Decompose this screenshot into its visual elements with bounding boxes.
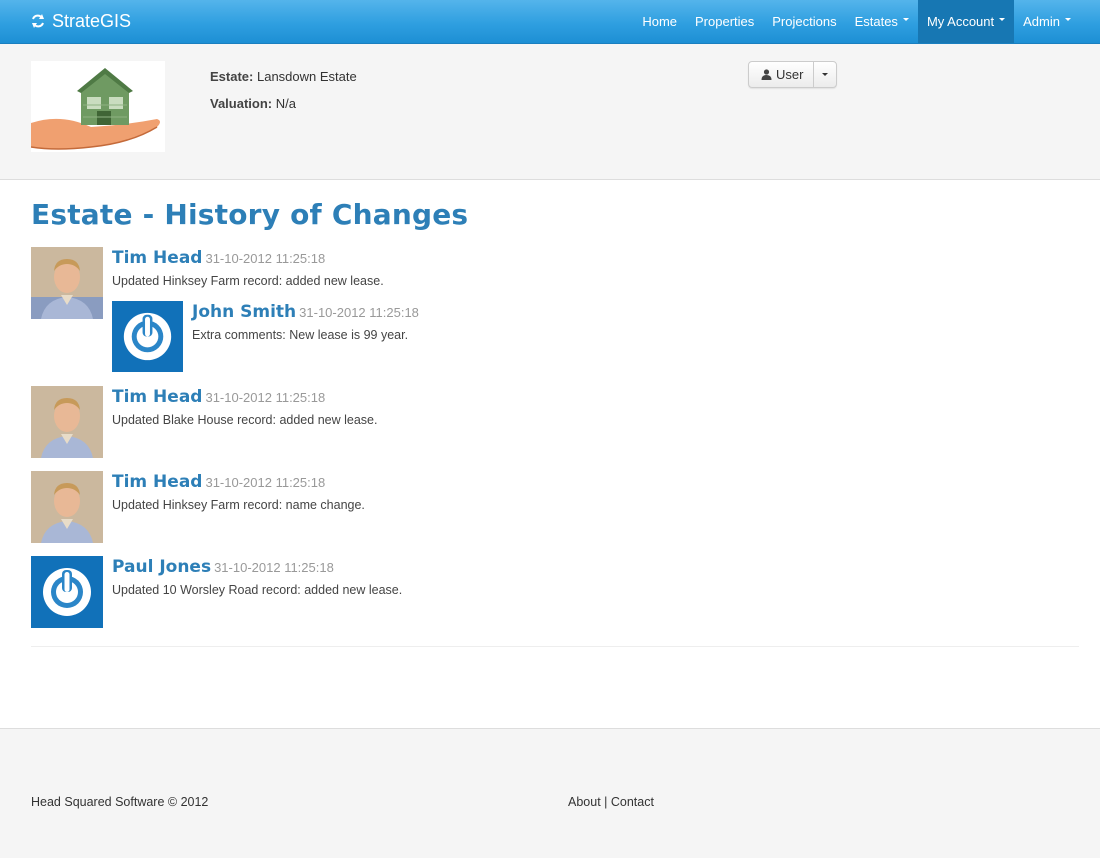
nav-projections[interactable]: Projections <box>763 0 845 43</box>
history-entry: Paul Jones 31-10-2012 11:25:18 Updated 10… <box>31 556 402 628</box>
chevron-down-icon <box>822 73 829 76</box>
valuation-value: N/a <box>275 96 296 111</box>
entry-body: Tim Head 31-10-2012 11:25:18 Updated Hink… <box>112 471 365 543</box>
entry-message: Updated 10 Worsley Road record: added ne… <box>112 583 403 597</box>
estate-value: Lansdown Estate <box>256 69 357 84</box>
page-title: Estate - History of Changes <box>31 198 469 231</box>
estate-row: Estate: Lansdown Estate <box>210 63 357 90</box>
valuation-row: Valuation: N/a <box>210 90 357 117</box>
author-name-link[interactable]: Tim Head <box>112 387 202 407</box>
power-icon <box>112 301 183 372</box>
about-link[interactable]: About <box>568 795 601 809</box>
timestamp: 31-10-2012 11:25:18 <box>205 475 326 490</box>
power-icon <box>31 556 103 628</box>
chevron-down-icon <box>999 18 1006 21</box>
user-button[interactable]: User <box>749 62 815 87</box>
footer-links: About | Contact <box>568 795 654 809</box>
link-separator: | <box>600 795 611 809</box>
nav-projections-label: Projections <box>772 14 837 29</box>
entry-message: Updated Hinksey Farm record: name change… <box>112 498 365 512</box>
main-nav: Home Properties Projections Estates My A… <box>633 0 1080 43</box>
avatar <box>31 471 103 543</box>
author-name-link[interactable]: Paul Jones <box>112 557 211 577</box>
avatar <box>112 301 183 372</box>
refresh-icon <box>32 14 44 28</box>
entry-message: Updated Blake House record: added new le… <box>112 413 378 427</box>
history-entry: Tim Head 31-10-2012 11:25:18 Updated Blak… <box>31 386 377 458</box>
timestamp: 31-10-2012 11:25:18 <box>205 390 326 405</box>
estate-label: Estate: <box>210 69 254 84</box>
entry-message: Updated Hinksey Farm record: added new l… <box>112 274 384 288</box>
author-name-link[interactable]: John Smith <box>192 302 296 322</box>
top-navbar: StrateGIS Home Properties Projections Es… <box>0 0 1100 44</box>
entry-message: Extra comments: New lease is 99 year. <box>192 328 409 342</box>
content-divider <box>31 646 1079 647</box>
avatar <box>31 556 103 628</box>
history-reply: John Smith 31-10-2012 11:25:18 Extra comm… <box>112 301 419 372</box>
nav-estates-dropdown[interactable]: Estates <box>846 0 918 43</box>
estate-header: Estate: Lansdown Estate Valuation: N/a U… <box>0 44 1100 180</box>
chevron-down-icon <box>902 18 909 21</box>
house-in-hand-logo <box>31 61 165 152</box>
entry-body: Tim Head 31-10-2012 11:25:18 Updated Blak… <box>112 386 377 458</box>
nav-admin-label: Admin <box>1023 14 1060 29</box>
history-entry: Tim Head 31-10-2012 11:25:18 Updated Hink… <box>31 471 365 543</box>
user-dropdown-toggle[interactable] <box>814 62 836 87</box>
entry-body: Paul Jones 31-10-2012 11:25:18 Updated 10… <box>112 556 402 628</box>
copyright-text: Head Squared Software © 2012 <box>31 795 209 809</box>
brand-name: StrateGIS <box>52 10 132 31</box>
user-icon <box>761 69 772 80</box>
timestamp: 31-10-2012 11:25:18 <box>205 251 326 266</box>
chevron-down-icon <box>1065 18 1071 21</box>
nav-properties-label: Properties <box>695 14 755 29</box>
valuation-label: Valuation: <box>210 96 273 111</box>
timestamp: 31-10-2012 11:25:18 <box>214 560 334 575</box>
entry-body: John Smith 31-10-2012 11:25:18 Extra comm… <box>192 301 419 372</box>
nav-properties[interactable]: Properties <box>686 0 763 43</box>
avatar <box>31 247 103 319</box>
user-button-label: User <box>776 67 804 82</box>
nav-my-account-dropdown[interactable]: My Account <box>917 0 1015 43</box>
nav-home-label: Home <box>642 14 678 29</box>
page-footer: Head Squared Software © 2012 About | Con… <box>0 728 1100 858</box>
avatar <box>31 386 103 458</box>
nav-home[interactable]: Home <box>633 0 686 43</box>
estate-info: Estate: Lansdown Estate Valuation: N/a <box>210 63 357 117</box>
timestamp: 31-10-2012 11:25:18 <box>299 305 419 320</box>
nav-admin-dropdown[interactable]: Admin <box>1014 0 1080 43</box>
nav-estates-label: Estates <box>854 14 898 29</box>
user-split-button: User <box>748 61 838 88</box>
author-name-link[interactable]: Tim Head <box>112 248 202 268</box>
contact-link[interactable]: Contact <box>611 795 654 809</box>
author-name-link[interactable]: Tim Head <box>112 472 202 492</box>
nav-my-account-label: My Account <box>926 14 995 29</box>
brand-link[interactable]: StrateGIS <box>30 8 131 34</box>
